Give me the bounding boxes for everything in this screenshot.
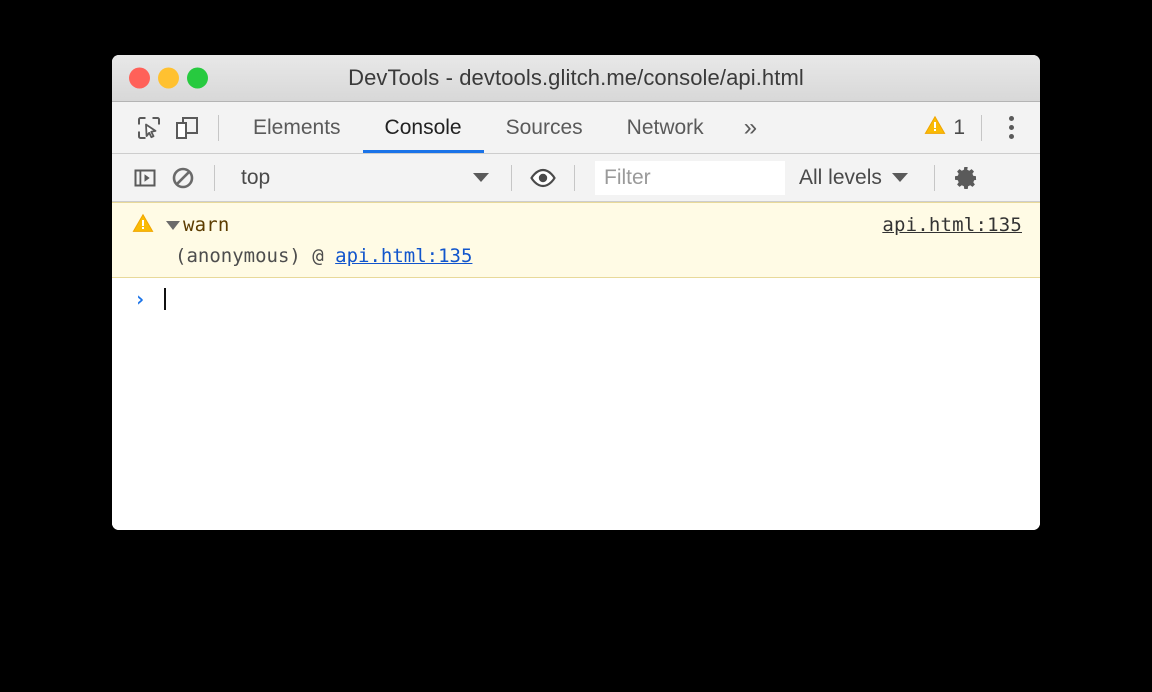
console-message-text: warn — [183, 214, 230, 236]
toolbar-divider-1 — [214, 164, 215, 191]
vertical-dots-icon[interactable] — [994, 111, 1028, 145]
toolbar-divider-4 — [933, 164, 935, 191]
console-stack-frame: (anonymous) @ api.html:135 — [112, 239, 1040, 267]
inspect-element-icon[interactable] — [130, 109, 168, 147]
console-message-source-link[interactable]: api.html:135 — [882, 214, 1022, 236]
log-level-selector[interactable]: All levels — [785, 166, 922, 190]
stack-frame-link[interactable]: api.html:135 — [335, 245, 472, 267]
maximize-window-button[interactable] — [187, 67, 208, 89]
execution-context-selector[interactable]: top — [227, 162, 499, 194]
console-toolbar: top All levels — [112, 154, 1040, 202]
tab-console[interactable]: Console — [362, 102, 484, 153]
log-level-label: All levels — [799, 165, 882, 189]
toolbar-divider-3 — [574, 164, 575, 191]
gear-icon[interactable] — [947, 159, 985, 197]
console-prompt-arrow-icon: › — [134, 287, 147, 311]
live-expression-eye-icon[interactable] — [524, 159, 562, 197]
console-message-list[interactable]: warn api.html:135 (anonymous) @ api.html… — [112, 202, 1040, 530]
clear-console-icon[interactable] — [164, 159, 202, 197]
chevron-down-icon — [473, 173, 489, 182]
tab-console-label: Console — [384, 115, 462, 139]
tab-network-label: Network — [626, 115, 704, 139]
panel-tabs: Elements Console Sources Network » — [231, 102, 775, 153]
devtools-tabbar: Elements Console Sources Network » 1 — [112, 102, 1040, 154]
tab-sources-label: Sources — [505, 115, 583, 139]
chevron-down-icon — [891, 173, 908, 182]
tab-elements[interactable]: Elements — [231, 102, 363, 153]
window-titlebar: DevTools - devtools.glitch.me/console/ap… — [112, 55, 1040, 102]
traffic-light-buttons — [129, 67, 208, 89]
console-text-caret — [164, 288, 167, 310]
warning-triangle-icon — [132, 213, 154, 238]
show-console-sidebar-icon[interactable] — [126, 159, 164, 197]
tab-elements-label: Elements — [253, 115, 341, 139]
console-message-warning[interactable]: warn api.html:135 (anonymous) @ api.html… — [112, 202, 1040, 278]
devtools-window: DevTools - devtools.glitch.me/console/ap… — [112, 55, 1040, 530]
warning-count-badge[interactable]: 1 — [924, 115, 969, 141]
minimize-window-button[interactable] — [158, 67, 179, 89]
triangle-down-icon[interactable] — [166, 220, 180, 230]
warning-count-label: 1 — [953, 115, 965, 139]
more-tabs-label: » — [743, 113, 758, 141]
stack-frame-label: (anonymous) @ — [175, 245, 336, 267]
close-window-button[interactable] — [129, 67, 150, 89]
execution-context-value: top — [241, 165, 271, 189]
tab-sources[interactable]: Sources — [484, 102, 605, 153]
console-prompt-row[interactable]: › — [112, 278, 1040, 320]
console-message-header: warn api.html:135 — [112, 211, 1040, 239]
more-tabs-button[interactable]: » — [726, 102, 775, 153]
tab-network[interactable]: Network — [605, 102, 726, 153]
toolbar-divider-2 — [511, 164, 512, 191]
tabbar-divider — [218, 114, 219, 141]
warning-triangle-icon — [924, 115, 946, 141]
window-title: DevTools - devtools.glitch.me/console/ap… — [348, 65, 804, 90]
filter-input[interactable] — [595, 160, 785, 195]
device-toolbar-icon[interactable] — [168, 109, 206, 147]
tabbar-divider-right — [981, 114, 982, 141]
